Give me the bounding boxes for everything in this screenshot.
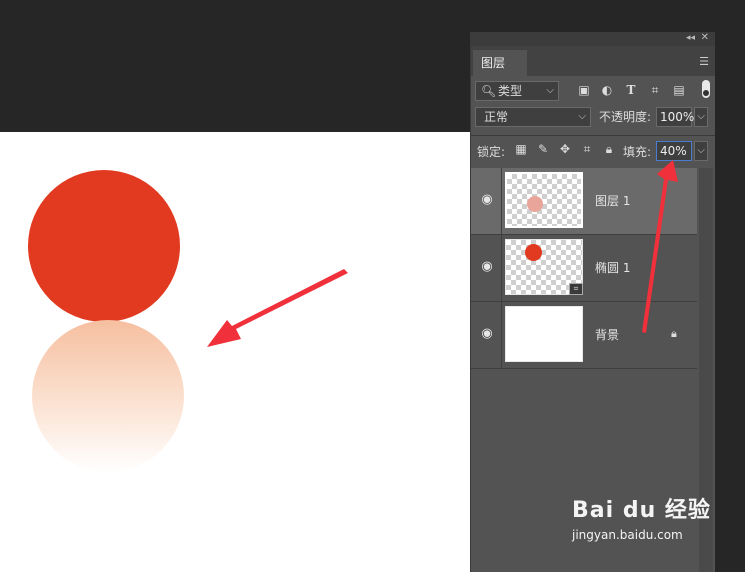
lock-artboard-crop-icon[interactable]: ⌗ [580,141,594,157]
watermark-logo: Bai du 经验 [572,498,711,523]
chevron-down-icon: ⌵ [578,111,586,122]
faded-circle-preview [527,196,543,212]
visibility-eye-icon[interactable]: ◉ [479,326,495,342]
opacity-dropdown-button[interactable]: ⌵ [694,107,708,127]
opacity-label: 不透明度: [599,110,652,124]
filter-row: 🔍︎ 类型 ⌵ ▣ ◐ T ⌗ ▤ [471,76,715,104]
red-circle-shape [28,170,180,322]
lock-label: 锁定: [477,145,506,159]
panel-title-bar: ◂◂ ✕ [471,32,715,46]
lock-icon: 🔒︎ [671,327,677,340]
blend-row: 正常 ⌵ 不透明度: 100% ⌵ [471,104,715,132]
collapse-icon[interactable]: ◂◂ [686,33,695,43]
lock-position-move-icon[interactable]: ✥ [558,141,572,157]
layer-list: ◉ 图层 1 ◉ ⌗ 椭圆 1 ◉ 背景 🔒︎ [471,168,697,369]
divider [501,168,502,234]
filter-kind-select[interactable]: 🔍︎ 类型 ⌵ [475,81,559,101]
lock-image-brush-icon[interactable]: ✎ [536,141,550,157]
blend-mode-select[interactable]: 正常 ⌵ [475,107,591,127]
layer-name[interactable]: 背景 [595,326,619,343]
filter-kind-label: 类型 [498,84,523,98]
divider [501,302,502,368]
tab-layers[interactable]: 图层 [473,50,527,76]
layer-thumbnail: ⌗ [505,239,583,295]
layer-name[interactable]: 椭圆 1 [595,259,630,276]
baidu-jingyan-watermark: Bai du 经验 jingyan.baidu.com [572,492,711,542]
close-icon[interactable]: ✕ [701,32,709,43]
shape-filter-icon[interactable]: ⌗ [648,83,662,97]
panel-tab-row: 图层 ☰ [471,46,715,76]
shape-layer-icon: ⌗ [569,283,583,295]
lock-row: 锁定: ▦ ✎ ✥ ⌗ 🔒︎ 填充: 40% ⌵ [471,136,715,164]
red-circle-preview [525,244,542,261]
visibility-eye-icon[interactable]: ◉ [479,259,495,275]
lock-transparency-icon[interactable]: ▦ [514,141,528,157]
visibility-eye-icon[interactable]: ◉ [479,192,495,208]
fill-input[interactable]: 40% [656,141,692,161]
layer-row-background[interactable]: ◉ 背景 🔒︎ [471,302,697,369]
pixel-filter-icon[interactable]: ▣ [577,83,591,97]
watermark-url: jingyan.baidu.com [572,528,683,542]
layer-row-layer-1[interactable]: ◉ 图层 1 [471,168,697,235]
filter-toggle-switch[interactable] [702,80,710,98]
search-icon: 🔍︎ [481,84,497,98]
opacity-input[interactable]: 100% [656,107,694,127]
chevron-down-icon: ⌵ [546,85,554,96]
layer-name[interactable]: 图层 1 [595,192,630,209]
divider [501,235,502,301]
layer-row-ellipse-1[interactable]: ◉ ⌗ 椭圆 1 [471,235,697,302]
fill-dropdown-button[interactable]: ⌵ [694,141,708,161]
lock-all-icon[interactable]: 🔒︎ [602,141,616,157]
type-filter-icon[interactable]: T [624,83,638,97]
layer-thumbnail [505,172,583,228]
document-canvas[interactable] [0,132,470,572]
faded-reflection-circle [32,320,184,472]
layers-panel: ◂◂ ✕ 图层 ☰ 🔍︎ 类型 ⌵ ▣ ◐ T ⌗ ▤ 正常 ⌵ 不透明度: 1… [470,32,715,572]
smart-object-filter-icon[interactable]: ▤ [672,83,686,97]
layer-thumbnail [505,306,583,362]
panel-menu-icon[interactable]: ☰ [699,55,709,68]
blend-mode-value: 正常 [484,110,509,124]
fill-label: 填充: [623,145,652,159]
adjustment-filter-icon[interactable]: ◐ [600,83,614,97]
